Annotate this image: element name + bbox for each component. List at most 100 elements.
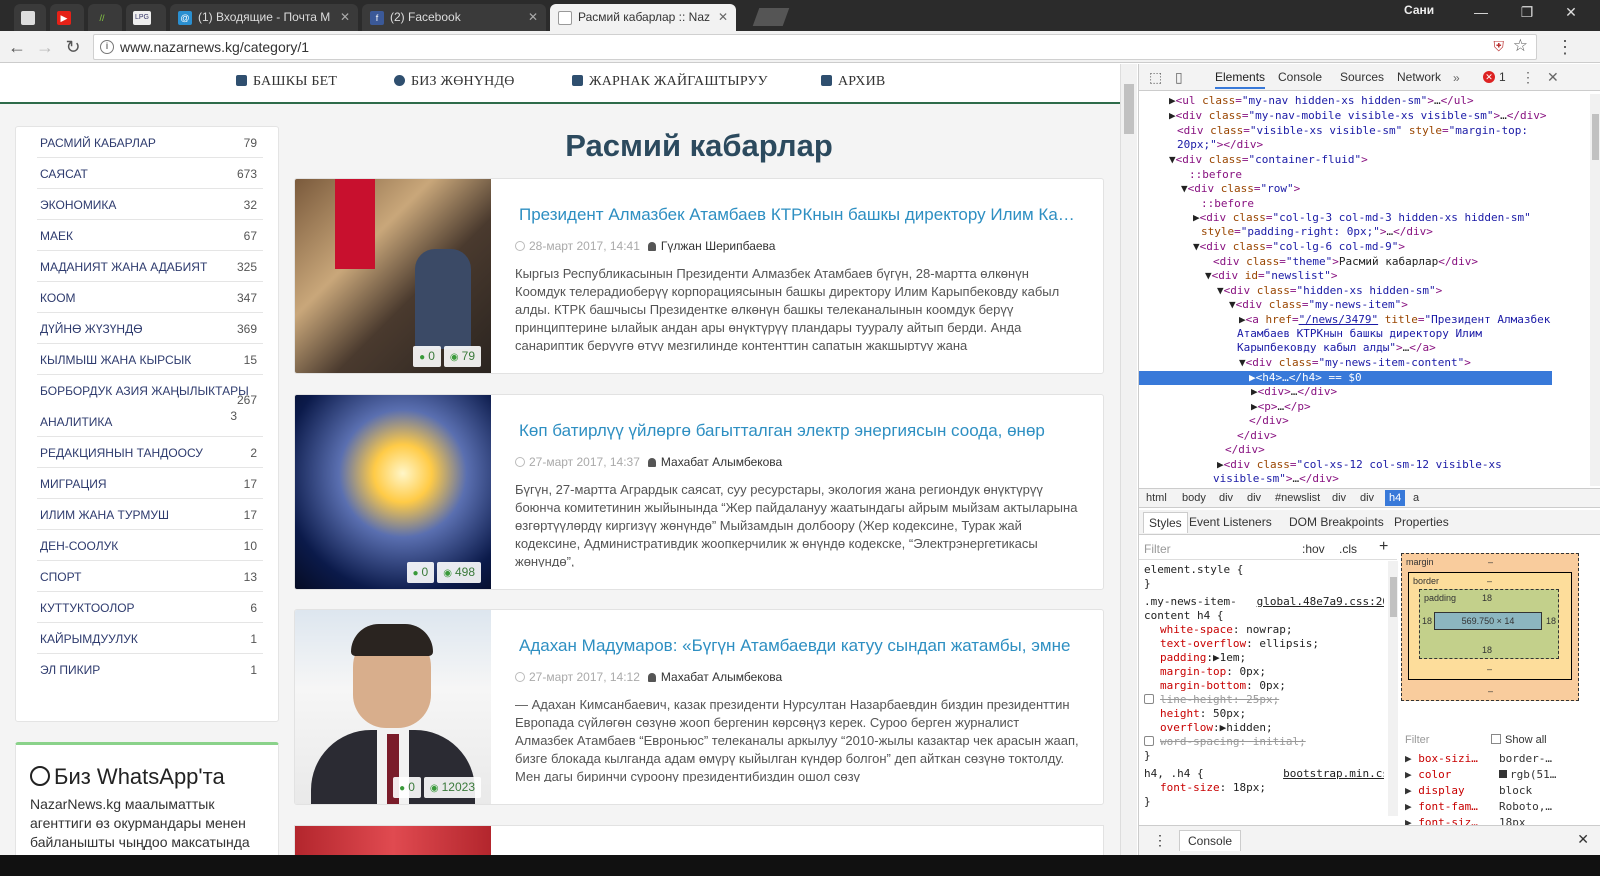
dom-node[interactable]: ▶<div class="col-lg-3 col-md-3 hidden-xs… (1193, 211, 1531, 225)
bookmark-star-icon[interactable]: ☆ (1513, 36, 1528, 56)
article-thumbnail[interactable]: ● 0 ◉ 79 (295, 179, 491, 373)
drawer-close-icon[interactable]: ✕ (1577, 831, 1589, 848)
crumb-item[interactable]: div (1219, 492, 1233, 504)
dom-node[interactable]: </div> (1225, 443, 1265, 457)
styles-pane[interactable]: element.style { } .my-news-item- global.… (1139, 561, 1384, 816)
tab-sources[interactable]: Sources (1340, 70, 1384, 84)
subtab-dom-breakpoints[interactable]: DOM Breakpoints (1289, 515, 1384, 529)
nav-ads[interactable]: ЖАРНАК ЖАЙГАШТЫРУУ (572, 74, 768, 90)
styles-scrollbar[interactable] (1388, 561, 1398, 816)
dom-node[interactable]: ▼<div id="newslist"> (1205, 269, 1337, 283)
category-item[interactable]: АНАЛИТИКА 3 (37, 406, 263, 437)
subtab-styles[interactable]: Styles (1143, 512, 1188, 533)
show-all-checkbox[interactable]: Show all (1491, 734, 1547, 746)
category-item[interactable]: КАЙРЫМДУУЛУК 1 (37, 623, 263, 654)
category-item[interactable]: РАСМИЙ КАБАРЛАР 79 (37, 127, 263, 158)
category-item[interactable]: ДЕН-СООЛУК 10 (37, 530, 263, 561)
computed-filter[interactable]: Filter (1405, 734, 1429, 746)
page-scrollbar[interactable] (1120, 64, 1137, 855)
crumb-item[interactable]: body (1182, 492, 1206, 504)
dom-tree[interactable]: ▶<ul class="my-nav hidden-xs hidden-sm">… (1139, 94, 1589, 486)
style-source-link[interactable]: bootstrap.min.css:14 (1283, 767, 1384, 780)
property-checkbox[interactable] (1144, 694, 1154, 704)
url-text[interactable]: www.nazarnews.kg/category/1 (120, 35, 309, 59)
reload-icon[interactable]: ↻ (62, 36, 84, 58)
devtools-menu-icon[interactable]: ⋮ (1521, 69, 1535, 86)
add-rule-icon[interactable]: + (1379, 538, 1388, 556)
tab-network[interactable]: Network (1397, 70, 1441, 84)
console-drawer-tab[interactable]: Console (1179, 830, 1242, 851)
crumb-item[interactable]: a (1413, 492, 1419, 504)
forward-icon[interactable]: → (34, 36, 56, 58)
tab-page[interactable] (14, 4, 46, 31)
dom-node[interactable]: ▶<div class="my-nav-mobile visible-xs vi… (1169, 109, 1547, 123)
article-title[interactable]: Президент Алмазбек Атамбаев КТРКнын башк… (519, 205, 1079, 225)
new-tab-button[interactable] (752, 8, 790, 26)
category-item[interactable]: МАДАНИЯТ ЖАНА АДАБИЯТ 325 (37, 251, 263, 282)
scrollbar-thumb[interactable] (1124, 84, 1134, 134)
crumb-item[interactable]: div (1332, 492, 1346, 504)
dom-node[interactable]: Карыпбековду кабыл алды">…</a> (1237, 341, 1436, 355)
category-item[interactable]: МИГРАЦИЯ 17 (37, 468, 263, 499)
dom-node[interactable]: ▼<div class="my-news-item"> (1229, 298, 1408, 312)
dom-node[interactable]: visible-sm">…</div> (1213, 472, 1339, 486)
category-item[interactable]: КООМ 347 (37, 282, 263, 313)
category-item[interactable]: ЭЛ ПИКИР 1 (37, 654, 263, 685)
drawer-menu-icon[interactable]: ⋮ (1153, 832, 1167, 849)
dom-node[interactable]: ▶<p>…</p> (1251, 400, 1311, 414)
subtab-event-listeners[interactable]: Event Listeners (1189, 515, 1272, 529)
error-count[interactable]: 1 (1499, 70, 1506, 84)
tab-console[interactable]: Console (1278, 70, 1322, 84)
category-item[interactable]: МАЕК 67 (37, 220, 263, 251)
maximize-icon[interactable]: ❐ (1512, 4, 1542, 21)
dom-node[interactable]: ▶<a href="/news/3479" title="Президент А… (1239, 313, 1550, 327)
tab-site[interactable]: // (88, 4, 122, 31)
article-thumbnail[interactable]: ● 0 ◉ 12023 (295, 610, 491, 804)
dom-node[interactable]: Атамбаев КТРКнын башкы директору Илим (1237, 327, 1482, 341)
tab-youtube[interactable]: ▶ (50, 4, 84, 31)
crumb-item[interactable]: div (1247, 492, 1261, 504)
dom-node[interactable]: ▶<div class="col-xs-12 col-sm-12 visible… (1217, 458, 1502, 472)
blocked-icon[interactable]: ⛨ (1494, 38, 1505, 55)
dom-node[interactable]: </div> (1237, 429, 1277, 443)
browser-menu-icon[interactable]: ⋮ (1556, 37, 1574, 58)
dom-node[interactable]: ::before (1189, 168, 1242, 182)
category-item[interactable]: САЯСАТ 673 (37, 158, 263, 189)
computed-row[interactable]: ▶ display block (1405, 784, 1532, 797)
cls-toggle[interactable]: .cls (1339, 542, 1357, 556)
nav-home[interactable]: БАШКЫ БЕТ (236, 74, 337, 90)
close-icon[interactable]: ✕ (718, 4, 728, 31)
info-icon[interactable]: i (100, 40, 114, 54)
inspect-icon[interactable]: ⬚ (1149, 69, 1162, 86)
style-source-link[interactable]: global.48e7a9.css:205 (1257, 595, 1384, 608)
dom-node[interactable]: </div> (1249, 414, 1289, 428)
dom-node[interactable]: ::before (1201, 197, 1254, 211)
crumb-item-selected[interactable]: h4 (1385, 490, 1406, 506)
dom-node[interactable]: ▼<div class="col-lg-6 col-md-9"> (1193, 240, 1405, 254)
dom-node-selected[interactable]: ▶<h4>…</h4> == $0 (1139, 371, 1552, 385)
dom-node[interactable]: ▶<div>…</div> (1251, 385, 1337, 399)
dom-node[interactable]: ▶<ul class="my-nav hidden-xs hidden-sm">… (1169, 94, 1474, 108)
dom-node[interactable]: <div class="visible-xs visible-sm" style… (1177, 124, 1528, 138)
tab-lpg[interactable]: LPG (126, 4, 166, 31)
tab-facebook[interactable]: f (2) Facebook ✕ (362, 4, 546, 31)
article-thumbnail[interactable]: ● 0 ◉ 498 (295, 395, 491, 589)
dom-node[interactable]: <div class="theme">Расмий кабарлар</div> (1213, 255, 1478, 269)
scrollbar-thumb[interactable] (1390, 577, 1397, 617)
crumb-item[interactable]: div (1360, 492, 1374, 504)
subtab-properties[interactable]: Properties (1394, 515, 1449, 529)
dom-node[interactable]: ▼<div class="hidden-xs hidden-sm"> (1217, 284, 1442, 298)
category-item[interactable]: ИЛИМ ЖАНА ТУРМУШ 17 (37, 499, 263, 530)
more-tabs-icon[interactable]: » (1453, 71, 1460, 85)
crumb-item[interactable]: #newslist (1275, 492, 1320, 504)
styles-filter[interactable]: Filter :hov .cls + (1139, 536, 1397, 560)
category-item[interactable]: РЕДАКЦИЯНЫН ТАНДООСУ 2 (37, 437, 263, 468)
tab-elements[interactable]: Elements (1215, 70, 1266, 89)
computed-row[interactable]: ▶ font-fam… Roboto,… (1405, 800, 1552, 813)
nav-about[interactable]: БИЗ ЖӨНҮНДӨ (394, 74, 515, 90)
category-item[interactable]: КУТТУКТООЛОР 6 (37, 592, 263, 623)
window-close-icon[interactable]: ✕ (1556, 4, 1586, 21)
tab-active[interactable]: Расмий кабарлар :: Naz ✕ (550, 4, 736, 31)
hov-toggle[interactable]: :hov (1302, 542, 1325, 556)
error-icon[interactable]: ✕ (1483, 71, 1495, 83)
